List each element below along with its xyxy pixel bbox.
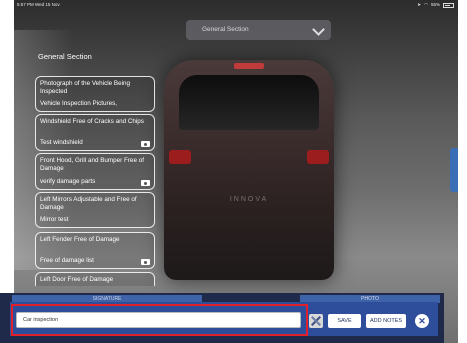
checklist-item-title: Left Door Free of Damage [40,276,114,283]
vehicle-taillight-left [169,150,191,164]
checklist-item[interactable]: Front Hood, Grill and Bumper Free of Dam… [35,153,155,190]
checklist-item-subtitle: verify damage parts [40,178,96,185]
vehicle-rear-window [179,75,319,130]
checklist-item[interactable]: Left Fender Free of Damage Free of damag… [35,232,155,269]
save-button[interactable]: SAVE [328,314,361,328]
checklist-item-title: Front Hood, Grill and Bumper Free of Dam… [40,157,144,172]
status-system-icons: ➤ ◠ 55% [417,0,454,10]
checklist-item[interactable]: Windshield Free of Cracks and Chips Test… [35,114,155,151]
checklist-item-title: Windshield Free of Cracks and Chips [40,118,144,125]
location-icon: ➤ [417,2,422,7]
vehicle-badge: INNOVA [229,196,269,203]
tools-icon[interactable] [309,314,323,328]
vehicle-brake-light [234,63,264,69]
section-dropdown[interactable]: General Section [186,20,331,40]
camera-icon[interactable] [141,141,150,147]
checklist-item[interactable]: Photograph of the Vehicle Being Inspecte… [35,76,155,112]
checklist-item-subtitle: Vehicle Inspection Pictures, [40,100,118,107]
notes-input-highlight [11,304,308,336]
battery-percent: 55% [430,2,440,7]
add-notes-button[interactable]: ADD NOTES [366,314,406,328]
camera-icon[interactable] [141,180,150,186]
status-bar: 5:57 PM Wed 15 Nov ➤ ◠ 55% [14,0,458,10]
wifi-icon: ◠ [424,2,428,7]
camera-icon[interactable] [141,259,150,265]
checklist-title: General Section [38,52,92,61]
vehicle-taillight-right [307,150,329,164]
status-time: 5:57 PM Wed 15 Nov [17,2,60,7]
checklist-item-title: Left Fender Free of Damage [40,236,120,243]
side-drawer-handle[interactable] [450,148,458,192]
battery-icon [443,2,454,8]
checklist-item[interactable]: Left Mirrors Adjustable and Free of Dama… [35,192,155,228]
app-frame: INNOVA 5:57 PM Wed 15 Nov ➤ ◠ 55% Genera… [14,0,458,343]
chevron-down-icon [312,23,325,36]
checklist-item-subtitle: Mirror test [40,216,69,223]
checklist-item-title: Photograph of the Vehicle Being Inspecte… [40,80,130,95]
checklist-item-title: Left Mirrors Adjustable and Free of Dama… [40,196,137,211]
checklist-item-subtitle: Free of damage list [40,257,94,264]
section-dropdown-value: General Section [202,26,249,33]
checklist-item-subtitle: Test windshield [40,139,83,146]
checklist-item[interactable]: Left Door Free of Damage [35,272,155,286]
close-button[interactable]: ✕ [415,314,429,328]
